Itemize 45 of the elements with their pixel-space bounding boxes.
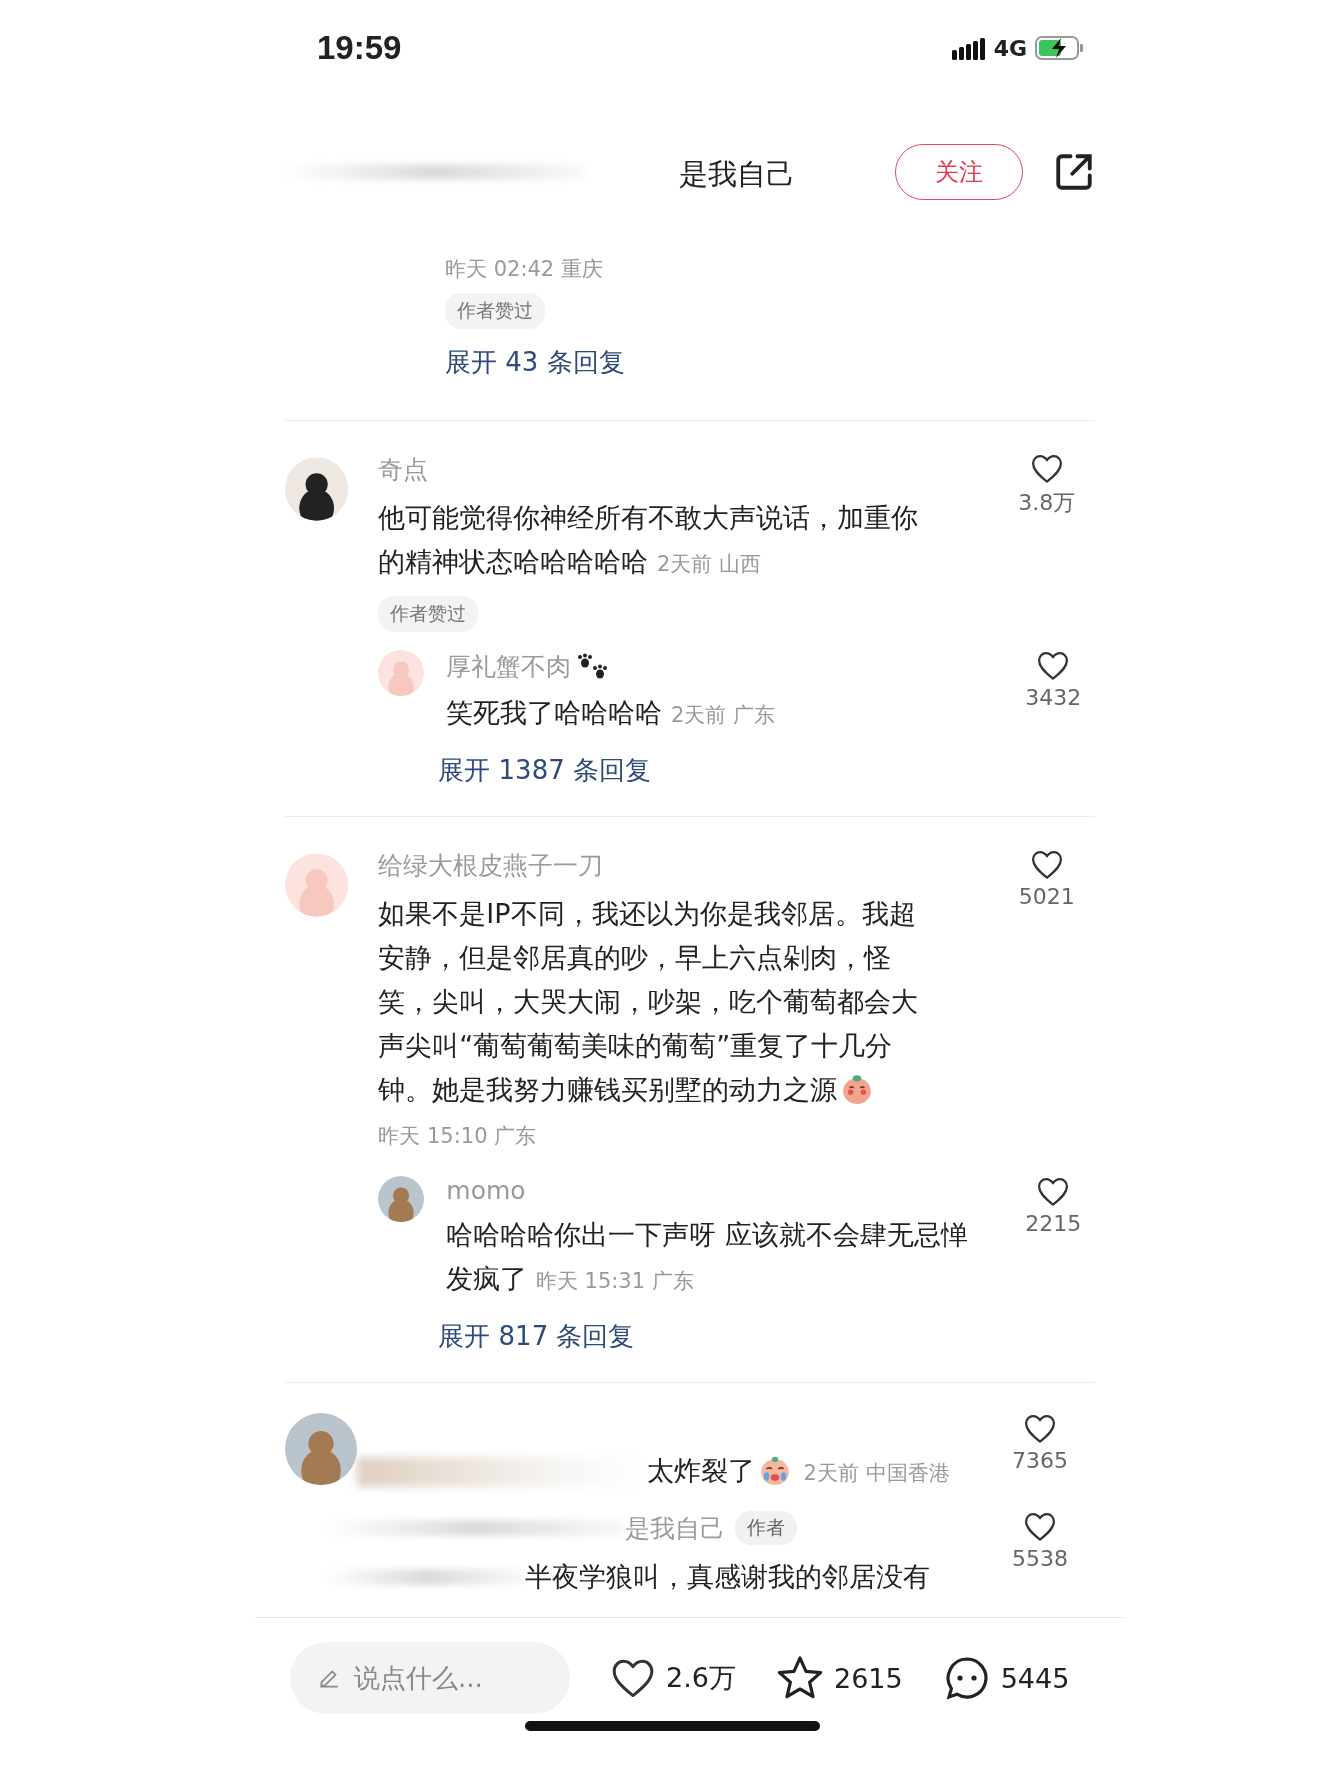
like-icon[interactable] [1036, 650, 1071, 681]
like-icon[interactable] [1029, 453, 1064, 484]
comment-text: 如果不是IP不同，我还以为你是我邻居。我超安静，但是邻居真的吵，早上六点剁肉，怪笑，尖叫，大哭大闹，吵架，吃个葡萄都会大声尖叫“葡萄葡萄美味的葡萄”重复了十几分钟。她是我努力赚钱买别墅的动力之源 昨天 15:10 广东 [378, 897, 920, 1150]
like-count: 5538 [1012, 1545, 1068, 1571]
comment-count: 5445 [1000, 1662, 1070, 1694]
like-count: 2215 [1025, 1210, 1082, 1236]
like-icon[interactable] [1036, 1176, 1071, 1207]
reply-text: 笑死我了哈哈哈哈 2天前 广东 [446, 696, 776, 730]
follow-button[interactable]: 关注 [895, 143, 1023, 200]
like-count: 7365 [1012, 1447, 1068, 1473]
comment-text: 他可能觉得你神经所有不敢大声说话，加重你的精神状态哈哈哈哈哈 2天前 山西 [378, 501, 920, 579]
reply-text: 哈哈哈哈你出一下声呀 应该就不会肆无忌惮发疯了 昨天 15:31 广东 [446, 1218, 969, 1296]
expand-replies-link[interactable]: 展开 817 条回复 [378, 1319, 635, 1354]
username[interactable]: 奇点 [378, 453, 999, 486]
expand-replies-link[interactable]: 展开 1387 条回复 [378, 753, 651, 788]
expand-replies-link[interactable]: 展开 43 条回复 [445, 345, 625, 380]
favorite-count: 2615 [833, 1662, 903, 1694]
network-label: 4G [993, 35, 1027, 61]
comment-meta: 昨天 02:42 重庆 [445, 256, 604, 283]
battery-charging-icon [1035, 35, 1085, 61]
like-icon[interactable] [1023, 1511, 1057, 1542]
username[interactable]: 给绿大根皮燕子一刀 [378, 849, 999, 882]
page-title: 是我自己 [678, 155, 796, 193]
crying-emoji-icon [759, 1454, 791, 1486]
author-liked-badge: 作者赞过 [378, 596, 479, 632]
like-icon[interactable] [1029, 849, 1064, 880]
paw-icon [577, 652, 610, 681]
like-count: 3.8万 [1018, 488, 1076, 517]
username[interactable]: 厚礼蟹不肉 [446, 650, 572, 683]
reply-text: 半夜学狼叫，真感谢我的邻居没有 [525, 1560, 930, 1594]
comment-input[interactable]: 说点什么... [290, 1642, 570, 1714]
like-count: 3432 [1025, 684, 1082, 710]
like-count: 5021 [1018, 883, 1075, 909]
star-icon[interactable] [775, 1655, 824, 1701]
signal-icon [951, 36, 986, 60]
like-icon[interactable] [1023, 1413, 1057, 1444]
comment-text: 太炸裂了 2天前 中国香港 [647, 1453, 950, 1488]
like-count: 2.6万 [666, 1661, 736, 1695]
like-icon[interactable] [610, 1657, 656, 1699]
username[interactable]: 是我自己 [625, 1511, 725, 1545]
clock: 19:59 [317, 29, 402, 67]
author-badge: 作者 [735, 1511, 797, 1545]
username[interactable]: momo [446, 1176, 526, 1205]
blushing-emoji-icon [841, 1073, 874, 1105]
author-liked-badge: 作者赞过 [445, 293, 545, 329]
